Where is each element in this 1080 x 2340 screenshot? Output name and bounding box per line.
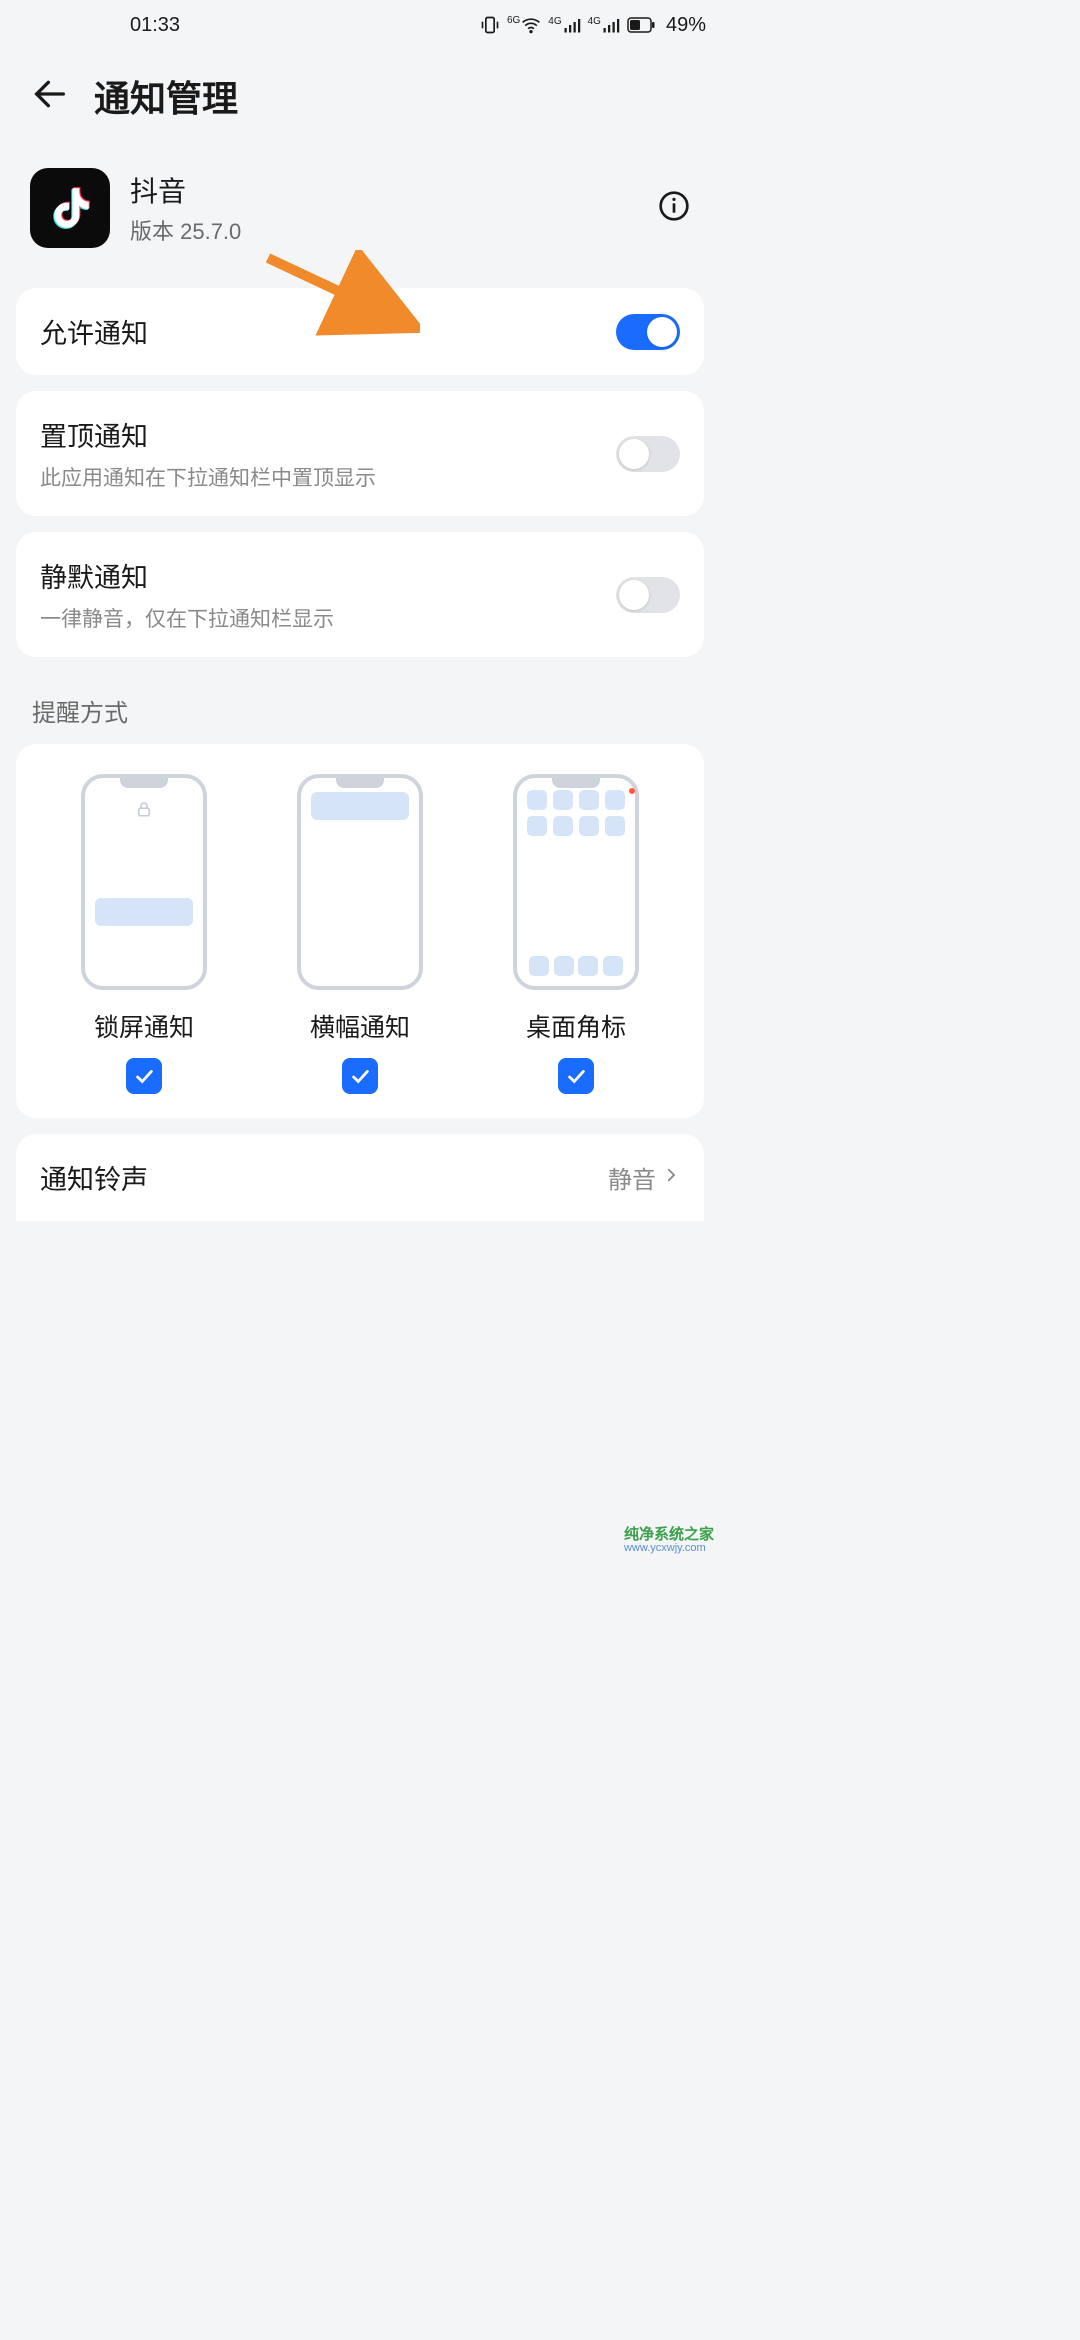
ringtone-row[interactable]: 通知铃声 静音 [16, 1134, 704, 1221]
allow-notifications-row[interactable]: 允许通知 [40, 312, 680, 351]
style-badge[interactable]: 桌面角标 [468, 774, 684, 1094]
app-version: 版本 25.7.0 [130, 214, 241, 246]
style-badge-label: 桌面角标 [526, 1008, 626, 1044]
network-6g-label: 6G [507, 15, 520, 26]
silent-title: 静默通知 [40, 556, 616, 595]
silent-sub: 一律静音，仅在下拉通知栏显示 [40, 603, 616, 633]
app-texts: 抖音 版本 25.7.0 [130, 170, 241, 246]
wifi-icon [521, 15, 541, 35]
style-banner[interactable]: 横幅通知 [252, 774, 468, 1094]
top-sub: 此应用通知在下拉通知栏中置顶显示 [40, 462, 616, 492]
watermark-url: www.ycxwjy.com [624, 1542, 714, 1554]
allow-notifications-card: 允许通知 [16, 288, 704, 375]
battery-icon [627, 17, 655, 33]
style-banner-label: 横幅通知 [310, 1008, 410, 1044]
silent-notifications-card: 静默通知 一律静音，仅在下拉通知栏显示 [16, 532, 704, 657]
status-time: 01:33 [130, 14, 180, 37]
app-info-row: 抖音 版本 25.7.0 [0, 152, 720, 272]
style-badge-check[interactable] [558, 1058, 594, 1094]
app-info-button[interactable] [658, 190, 690, 227]
check-icon [349, 1065, 371, 1087]
badge-preview [513, 774, 639, 990]
style-lockscreen[interactable]: 锁屏通知 [36, 774, 252, 1094]
app-name: 抖音 [130, 170, 241, 210]
status-bar: 01:33 6G 4G 4G 49% [0, 0, 720, 50]
watermark-text: 纯净系统之家 [624, 1523, 714, 1544]
ringtone-value: 静音 [608, 1160, 656, 1195]
silent-toggle[interactable] [616, 577, 680, 613]
style-banner-check[interactable] [342, 1058, 378, 1094]
page-title: 通知管理 [94, 70, 238, 122]
signal-icon-2 [602, 16, 620, 34]
arrow-left-icon [30, 74, 70, 114]
ringtone-label: 通知铃声 [40, 1158, 148, 1197]
top-notifications-row[interactable]: 置顶通知 此应用通知在下拉通知栏中置顶显示 [40, 415, 680, 492]
status-icons: 6G 4G 4G 49% [480, 14, 706, 37]
info-icon [658, 190, 690, 222]
style-lock-check[interactable] [126, 1058, 162, 1094]
check-icon [133, 1065, 155, 1087]
app-icon [30, 168, 110, 248]
network-4g-1-label: 4G [548, 16, 561, 27]
styles-card: 锁屏通知 横幅通知 桌面角标 [16, 744, 704, 1118]
allow-toggle[interactable] [616, 314, 680, 350]
lock-icon [135, 800, 153, 823]
lockscreen-preview [81, 774, 207, 990]
network-4g-2-label: 4G [588, 16, 601, 27]
watermark: 纯净系统之家 www.ycxwjy.com [624, 1523, 714, 1554]
check-icon [565, 1065, 587, 1087]
style-lock-label: 锁屏通知 [94, 1008, 194, 1044]
signal-icon-1 [563, 16, 581, 34]
chevron-right-icon [662, 1166, 680, 1189]
silent-notifications-row[interactable]: 静默通知 一律静音，仅在下拉通知栏显示 [40, 556, 680, 633]
styles-section-label: 提醒方式 [0, 673, 720, 732]
back-button[interactable] [30, 74, 70, 119]
douyin-icon [45, 183, 95, 233]
vibrate-icon [480, 15, 500, 35]
top-toggle[interactable] [616, 436, 680, 472]
battery-percent: 49% [666, 14, 706, 37]
banner-preview [297, 774, 423, 990]
top-title: 置顶通知 [40, 415, 616, 454]
titlebar: 通知管理 [0, 50, 720, 152]
allow-title: 允许通知 [40, 312, 616, 351]
top-notifications-card: 置顶通知 此应用通知在下拉通知栏中置顶显示 [16, 391, 704, 516]
